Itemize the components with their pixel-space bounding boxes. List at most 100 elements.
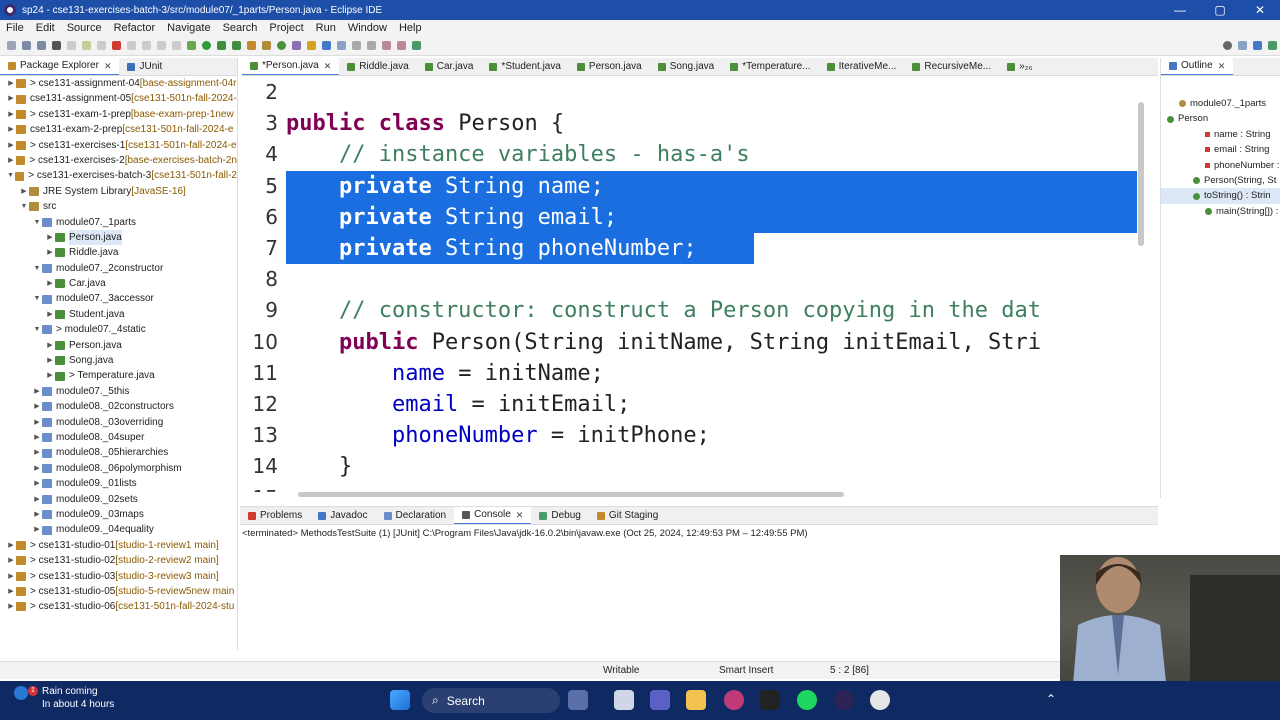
- save-all-icon[interactable]: [37, 41, 46, 50]
- disconnect-icon[interactable]: [127, 41, 136, 50]
- tab-problems[interactable]: Problems: [240, 507, 310, 524]
- toggle-block-icon[interactable]: [337, 41, 346, 50]
- collapsed-arrow-icon[interactable]: ▶: [32, 507, 42, 522]
- tree-item[interactable]: ▶ module09._02sets: [0, 492, 237, 507]
- collapsed-arrow-icon[interactable]: ▶: [32, 445, 42, 460]
- tab-package-explorer[interactable]: Package Explorer ✕: [0, 58, 120, 75]
- collapsed-arrow-icon[interactable]: ▶: [32, 399, 42, 414]
- editor-tab[interactable]: Car.java: [417, 58, 482, 75]
- editor-tab[interactable]: Riddle.java: [339, 58, 416, 75]
- menu-file[interactable]: File: [0, 22, 30, 34]
- collapsed-arrow-icon[interactable]: ▶: [45, 230, 55, 245]
- tab-javadoc[interactable]: Javadoc: [310, 507, 375, 524]
- toggle-mark-icon[interactable]: [322, 41, 331, 50]
- open-type-icon[interactable]: [292, 41, 301, 50]
- new-class-icon[interactable]: [277, 41, 286, 50]
- close-button[interactable]: ✕: [1240, 3, 1280, 17]
- step-return-icon[interactable]: [172, 41, 181, 50]
- expanded-arrow-icon[interactable]: ▼: [32, 261, 42, 276]
- maximize-button[interactable]: ▢: [1200, 3, 1240, 17]
- collapsed-arrow-icon[interactable]: ▶: [6, 538, 16, 553]
- expanded-arrow-icon[interactable]: ▼: [32, 215, 42, 230]
- code-line[interactable]: 2: [242, 80, 1137, 108]
- editor-tab[interactable]: IterativeMe...: [819, 58, 905, 75]
- collapsed-arrow-icon[interactable]: ▶: [45, 353, 55, 368]
- code-line[interactable]: 6 private String email;: [242, 202, 1137, 233]
- tree-item[interactable]: ▶ module09._04equality: [0, 522, 237, 537]
- collapsed-arrow-icon[interactable]: ▶: [6, 122, 16, 137]
- collapsed-arrow-icon[interactable]: ▶: [32, 415, 42, 430]
- tree-item[interactable]: ▶ > Temperature.java: [0, 368, 237, 383]
- github-icon[interactable]: [870, 690, 890, 710]
- pin-icon[interactable]: [412, 41, 421, 50]
- skip-breakpoints-icon[interactable]: [67, 41, 76, 50]
- debug-icon[interactable]: [187, 41, 196, 50]
- code-line[interactable]: 7 private String phoneNumber;: [242, 233, 1137, 264]
- menu-refactor[interactable]: Refactor: [108, 22, 162, 34]
- code-area[interactable]: 2 3 public class Person {4 // instance var…: [242, 80, 1137, 492]
- code-line[interactable]: 3 public class Person {: [242, 108, 1137, 139]
- tree-item[interactable]: ▶ JRE System Library [JavaSE-16]: [0, 184, 237, 199]
- run-icon[interactable]: [202, 41, 211, 50]
- menu-run[interactable]: Run: [310, 22, 342, 34]
- tree-item[interactable]: ▶ > cse131-assignment-04 [base-assignment…: [0, 76, 237, 91]
- expanded-arrow-icon[interactable]: ▼: [32, 322, 42, 337]
- outline-item[interactable]: toString() : Strin: [1161, 188, 1280, 204]
- editor-tab[interactable]: Song.java: [650, 58, 722, 75]
- resume-icon[interactable]: [82, 41, 91, 50]
- collapsed-arrow-icon[interactable]: ▶: [32, 384, 42, 399]
- tab-outline[interactable]: Outline ✕: [1161, 58, 1234, 75]
- coverage-icon[interactable]: [217, 41, 226, 50]
- outline-item[interactable]: Person(String, St: [1161, 173, 1280, 188]
- tree-item[interactable]: ▶ cse131-assignment-05 [cse131-501n-fall-…: [0, 91, 237, 106]
- collapsed-arrow-icon[interactable]: ▶: [19, 184, 29, 199]
- start-icon[interactable]: [390, 690, 410, 710]
- outline-item[interactable]: main(String[]) :: [1161, 204, 1280, 219]
- tree-item[interactable]: ▶ > cse131-studio-06 [cse131-501n-fall-20…: [0, 599, 237, 614]
- editor-tab[interactable]: Person.java: [569, 58, 650, 75]
- search-icon[interactable]: [1223, 41, 1232, 50]
- eclipse-taskbar-icon[interactable]: [834, 690, 854, 710]
- outline-item[interactable]: name : String: [1161, 127, 1280, 142]
- expanded-arrow-icon[interactable]: ▼: [32, 291, 42, 306]
- collapsed-arrow-icon[interactable]: ▶: [45, 338, 55, 353]
- collapsed-arrow-icon[interactable]: ▶: [32, 476, 42, 491]
- terminate-icon[interactable]: [112, 41, 121, 50]
- tree-item[interactable]: ▶ Car.java: [0, 276, 237, 291]
- minimize-button[interactable]: —: [1160, 3, 1200, 17]
- code-line[interactable]: 9 // constructor: construct a Person cop…: [242, 295, 1137, 326]
- collapsed-arrow-icon[interactable]: ▶: [6, 91, 16, 106]
- annotation-prev-icon[interactable]: [367, 41, 376, 50]
- open-perspective-icon[interactable]: [1238, 41, 1247, 50]
- code-line[interactable]: 14 }: [242, 451, 1137, 482]
- tree-item[interactable]: ▶ module09._03maps: [0, 507, 237, 522]
- collapsed-arrow-icon[interactable]: ▶: [32, 522, 42, 537]
- menu-source[interactable]: Source: [61, 22, 108, 34]
- collapsed-arrow-icon[interactable]: ▶: [45, 368, 55, 383]
- horizontal-scrollbar[interactable]: [298, 492, 844, 497]
- collapsed-arrow-icon[interactable]: ▶: [32, 461, 42, 476]
- search-toolbar-icon[interactable]: [307, 41, 316, 50]
- tree-item[interactable]: ▶ > cse131-studio-01 [studio-1-review1 ma…: [0, 538, 237, 553]
- tree-item[interactable]: ▼ module07._1parts: [0, 215, 237, 230]
- tab-junit[interactable]: JUnit: [119, 58, 170, 75]
- new-package-icon[interactable]: [262, 41, 271, 50]
- collapsed-arrow-icon[interactable]: ▶: [6, 107, 16, 122]
- menu-navigate[interactable]: Navigate: [161, 22, 216, 34]
- tree-item[interactable]: ▶ > cse131-studio-05 [studio-5-review5new…: [0, 584, 237, 599]
- tree-item[interactable]: ▶ module07._5this: [0, 384, 237, 399]
- tree-item[interactable]: ▶ Student.java: [0, 307, 237, 322]
- suspend-icon[interactable]: [97, 41, 106, 50]
- tree-item[interactable]: ▼ module07._3accessor: [0, 291, 237, 306]
- tree-item[interactable]: ▶ > cse131-exercises-2 [base-exercises-ba…: [0, 153, 237, 168]
- collapsed-arrow-icon[interactable]: ▶: [32, 430, 42, 445]
- editor-tab[interactable]: »₂₆: [999, 58, 1040, 75]
- code-line[interactable]: 10 public Person(String initName, String…: [242, 327, 1137, 358]
- collapsed-arrow-icon[interactable]: ▶: [6, 138, 16, 153]
- step-into-icon[interactable]: [142, 41, 151, 50]
- back-icon[interactable]: [382, 41, 391, 50]
- tab-console[interactable]: Console ✕: [454, 507, 532, 524]
- code-line[interactable]: 13 phoneNumber = initPhone;: [242, 420, 1137, 451]
- outline-item[interactable]: phoneNumber :: [1161, 158, 1280, 173]
- terminal-icon[interactable]: [52, 41, 61, 50]
